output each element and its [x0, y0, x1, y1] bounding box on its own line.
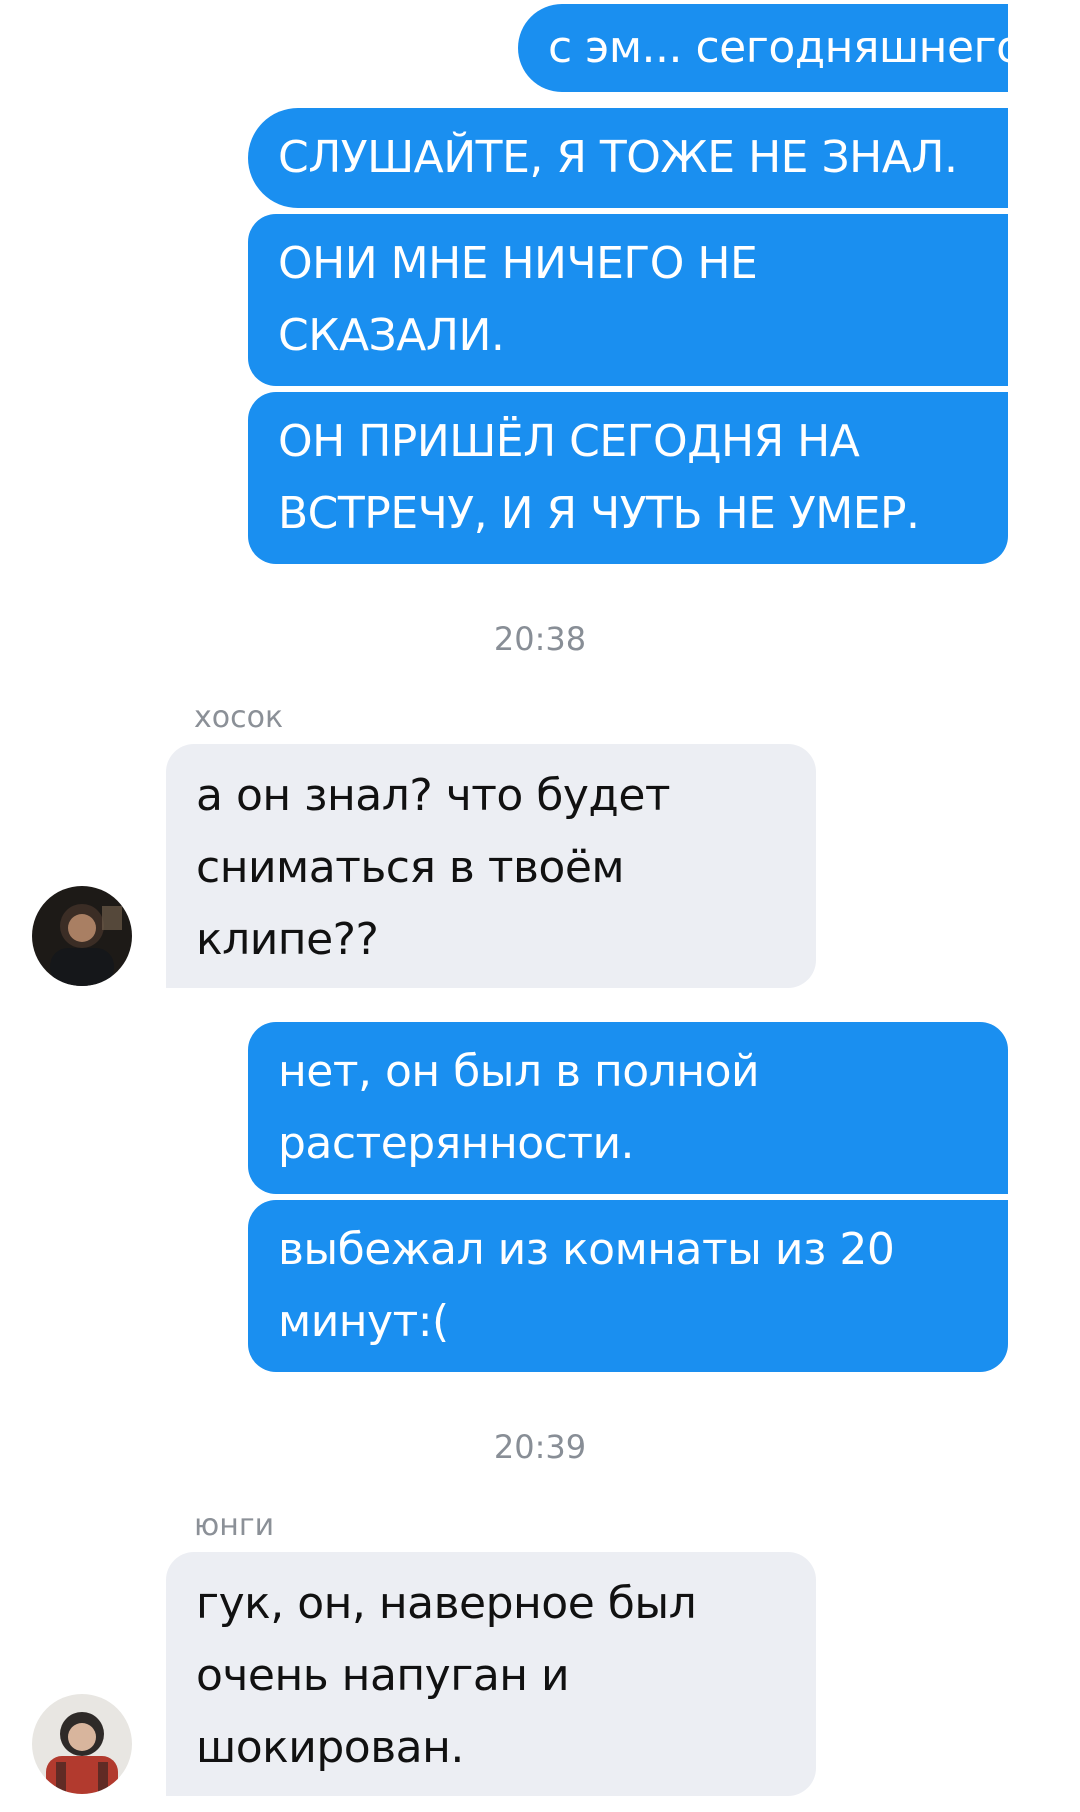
timestamp: 20:39 [493, 1428, 587, 1466]
chat-thread[interactable]: с эм... сегодняшнего? СЛУШАЙТЕ, Я ТОЖЕ Н… [0, 0, 1080, 1812]
message-bubble-incoming[interactable]: гук, он, наверное был очень напуган и шо… [166, 1552, 816, 1796]
message-bubble-outgoing[interactable]: с эм... сегодняшнего? [518, 4, 1046, 92]
message-bubble-outgoing[interactable]: выбежал из комнаты из 20 минут:( [248, 1200, 1008, 1372]
avatar-yoongi-icon[interactable] [32, 1694, 132, 1794]
sender-name: юнги [194, 1508, 275, 1543]
message-text: ОНИ МНЕ НИЧЕГО НЕ СКАЗАЛИ. [278, 238, 758, 361]
message-bubble-outgoing[interactable]: ОН ПРИШЁЛ СЕГОДНЯ НА ВСТРЕЧУ, И Я ЧУТЬ Н… [248, 392, 1008, 564]
message-text: СЛУШАЙТЕ, Я ТОЖЕ НЕ ЗНАЛ. [278, 132, 958, 183]
message-text: с эм... сегодняшнего? [548, 22, 1046, 73]
message-bubble-outgoing[interactable]: ОНИ МНЕ НИЧЕГО НЕ СКАЗАЛИ. [248, 214, 1008, 386]
message-bubble-incoming[interactable]: а он знал? что будет сниматься в твоём к… [166, 744, 816, 988]
message-text: ОН ПРИШЁЛ СЕГОДНЯ НА ВСТРЕЧУ, И Я ЧУТЬ Н… [278, 416, 920, 539]
message-text: гук, он, наверное был очень напуган и шо… [196, 1578, 697, 1773]
message-text: выбежал из комнаты из 20 минут:( [278, 1224, 895, 1347]
timestamp: 20:38 [493, 620, 587, 658]
message-text: нет, он был в полной растерянности. [278, 1046, 760, 1169]
avatar-hoseok-icon[interactable] [32, 886, 132, 986]
sender-name: хосок [194, 700, 284, 735]
message-bubble-outgoing[interactable]: СЛУШАЙТЕ, Я ТОЖЕ НЕ ЗНАЛ. [248, 108, 1008, 208]
message-bubble-outgoing[interactable]: нет, он был в полной растерянности. [248, 1022, 1008, 1194]
message-text: а он знал? что будет сниматься в твоём к… [196, 770, 671, 965]
